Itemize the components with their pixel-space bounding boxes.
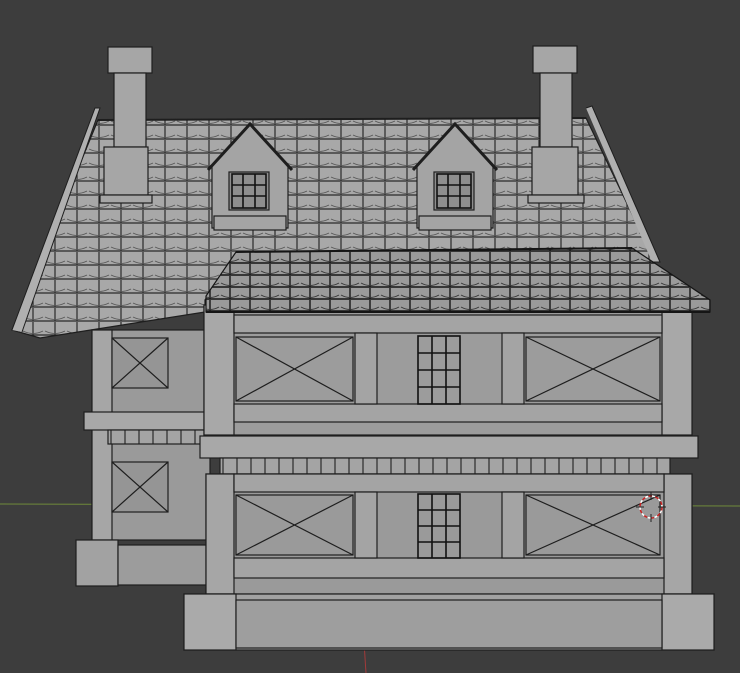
left-wing-wall — [75, 329, 211, 587]
3d-viewport[interactable] — [0, 0, 740, 673]
scene-canvas — [0, 45, 740, 673]
front-roof — [205, 247, 711, 313]
front-wing — [183, 304, 715, 651]
